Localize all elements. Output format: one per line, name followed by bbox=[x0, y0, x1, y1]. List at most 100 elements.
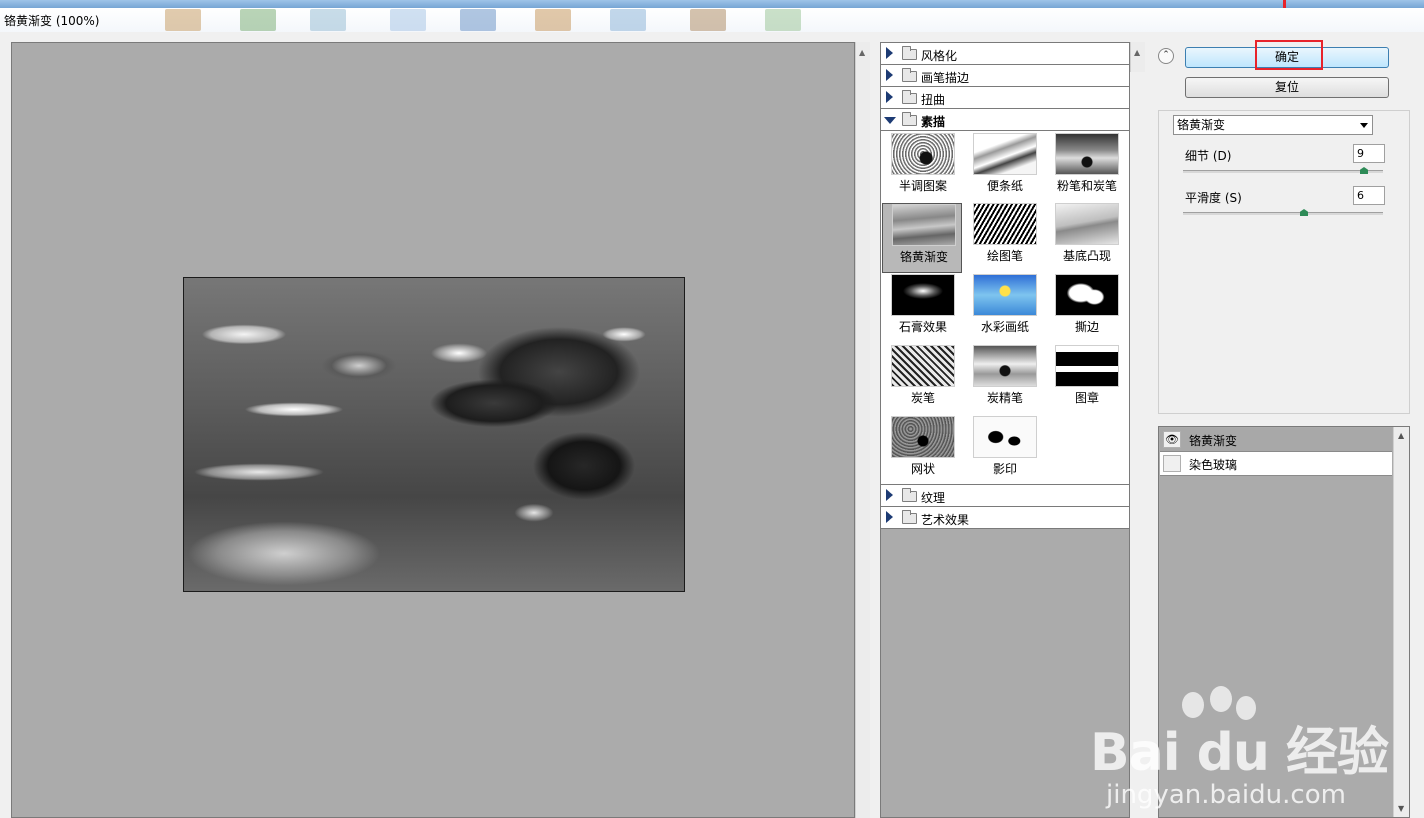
expand-triangle-icon bbox=[886, 91, 893, 103]
filter-gallery: 风格化 画笔描边 扭曲 素描 半调图案 便条纸 粉笔和炭笔 铬黄渐变 绘图笔 基… bbox=[880, 42, 1130, 818]
dropdown-arrow-icon bbox=[1360, 123, 1368, 128]
thumb-label: 半调图案 bbox=[898, 179, 947, 193]
thumb-image bbox=[973, 133, 1037, 175]
category-artistic[interactable]: 艺术效果 bbox=[881, 507, 1129, 529]
thumb-bas-relief[interactable]: 基底凸现 bbox=[1046, 203, 1126, 273]
filter-select-value: 铬黄渐变 bbox=[1177, 118, 1226, 132]
category-brush-strokes[interactable]: 画笔描边 bbox=[881, 65, 1129, 87]
thumb-charcoal[interactable]: 炭笔 bbox=[882, 345, 962, 415]
thumb-label: 影印 bbox=[992, 462, 1017, 476]
thumb-label: 炭精笔 bbox=[986, 391, 1023, 405]
filter-select[interactable]: 铬黄渐变 bbox=[1173, 115, 1373, 135]
category-label: 扭曲 bbox=[921, 93, 946, 107]
thumb-image bbox=[973, 274, 1037, 316]
thumb-image bbox=[892, 204, 956, 246]
thumb-photocopy[interactable]: 影印 bbox=[964, 416, 1044, 486]
thumb-label: 铬黄渐变 bbox=[899, 250, 948, 264]
thumb-water-paper[interactable]: 水彩画纸 bbox=[964, 274, 1044, 344]
folder-open-icon bbox=[902, 112, 917, 126]
folder-icon bbox=[902, 510, 917, 524]
thumb-reticulation[interactable]: 网状 bbox=[882, 416, 962, 486]
collapse-gallery-button[interactable]: ⌃ bbox=[1158, 48, 1174, 64]
thumb-label: 撕边 bbox=[1074, 320, 1099, 334]
expand-triangle-icon bbox=[886, 69, 893, 81]
thumb-label: 粉笔和炭笔 bbox=[1056, 179, 1117, 193]
category-label: 素描 bbox=[921, 115, 946, 129]
thumb-image bbox=[891, 416, 955, 458]
thumb-image bbox=[891, 274, 955, 316]
taskbar-thumb bbox=[390, 9, 426, 31]
thumb-label: 便条纸 bbox=[986, 179, 1023, 193]
thumb-label: 炭笔 bbox=[910, 391, 935, 405]
folder-icon bbox=[902, 68, 917, 82]
detail-input[interactable]: 9 bbox=[1353, 144, 1385, 163]
expand-triangle-icon bbox=[886, 47, 893, 59]
thumb-conte-crayon[interactable]: 炭精笔 bbox=[964, 345, 1044, 415]
window-title: 铬黄渐变 (100%) bbox=[4, 14, 100, 28]
layer-name: 染色玻璃 bbox=[1189, 458, 1238, 472]
scroll-down-icon[interactable]: ▼ bbox=[1398, 804, 1404, 813]
taskbar-thumb bbox=[690, 9, 726, 31]
title-bar: 铬黄渐变 (100%) bbox=[0, 0, 1424, 32]
thumb-torn-edges[interactable]: 撕边 bbox=[1046, 274, 1126, 344]
reset-button[interactable]: 复位 bbox=[1185, 77, 1389, 98]
thumb-image bbox=[1055, 345, 1119, 387]
expand-triangle-icon bbox=[886, 511, 893, 523]
category-label: 纹理 bbox=[921, 491, 946, 505]
category-label: 艺术效果 bbox=[921, 513, 970, 527]
thumb-chalk-charcoal[interactable]: 粉笔和炭笔 bbox=[1046, 133, 1126, 203]
thumb-halftone[interactable]: 半调图案 bbox=[882, 133, 962, 203]
scroll-up-icon[interactable]: ▲ bbox=[1134, 48, 1140, 57]
scroll-up-icon[interactable]: ▲ bbox=[859, 48, 865, 57]
smoothness-input[interactable]: 6 bbox=[1353, 186, 1385, 205]
category-texture[interactable]: 纹理 bbox=[881, 485, 1129, 507]
thumb-label: 石膏效果 bbox=[898, 320, 947, 334]
ok-button[interactable]: 确定 bbox=[1185, 47, 1389, 68]
thumb-label: 网状 bbox=[910, 462, 935, 476]
category-sketch[interactable]: 素描 bbox=[881, 109, 1129, 131]
effect-layers-panel: 👁 铬黄渐变 染色玻璃 ▲ ▼ bbox=[1158, 426, 1410, 818]
thumb-image bbox=[891, 345, 955, 387]
thumb-image bbox=[973, 416, 1037, 458]
category-label: 风格化 bbox=[921, 49, 958, 63]
detail-slider-track[interactable] bbox=[1183, 170, 1383, 173]
thumb-graphic-pen[interactable]: 绘图笔 bbox=[964, 203, 1044, 273]
thumb-note-paper[interactable]: 便条纸 bbox=[964, 133, 1044, 203]
thumb-image bbox=[1055, 203, 1119, 245]
thumb-label: 基底凸现 bbox=[1062, 249, 1111, 263]
preview-pane[interactable] bbox=[11, 42, 855, 818]
layer-row-active[interactable]: 👁 铬黄渐变 bbox=[1160, 428, 1392, 452]
thumb-image bbox=[891, 133, 955, 175]
thumb-image bbox=[973, 203, 1037, 245]
folder-icon bbox=[902, 90, 917, 104]
eye-toggle-empty[interactable] bbox=[1163, 455, 1181, 472]
taskbar-thumb bbox=[610, 9, 646, 31]
scroll-up-icon[interactable]: ▲ bbox=[1398, 431, 1404, 440]
layer-row[interactable]: 染色玻璃 bbox=[1160, 452, 1392, 476]
thumb-image bbox=[1055, 133, 1119, 175]
thumb-plaster[interactable]: 石膏效果 bbox=[882, 274, 962, 344]
taskbar-thumb bbox=[165, 9, 201, 31]
taskbar-thumb bbox=[535, 9, 571, 31]
thumb-stamp[interactable]: 图章 bbox=[1046, 345, 1126, 415]
thumb-image bbox=[1055, 274, 1119, 316]
layers-scrollbar[interactable]: ▲ ▼ bbox=[1393, 427, 1409, 817]
eye-icon[interactable]: 👁 bbox=[1163, 431, 1181, 448]
folder-icon bbox=[902, 488, 917, 502]
category-label: 画笔描边 bbox=[921, 71, 970, 85]
taskbar-thumb bbox=[765, 9, 801, 31]
preview-scrollbar[interactable]: ▲ bbox=[855, 42, 870, 818]
smoothness-slider-track[interactable] bbox=[1183, 212, 1383, 215]
smoothness-label: 平滑度 (S) bbox=[1185, 191, 1242, 205]
thumb-label: 图章 bbox=[1074, 391, 1099, 405]
gallery-scrollbar[interactable]: ▲ bbox=[1130, 42, 1145, 72]
category-stylize[interactable]: 风格化 bbox=[881, 43, 1129, 65]
thumb-chrome[interactable]: 铬黄渐变 bbox=[882, 203, 962, 273]
collapse-triangle-icon bbox=[884, 117, 896, 124]
category-distort[interactable]: 扭曲 bbox=[881, 87, 1129, 109]
folder-icon bbox=[902, 46, 917, 60]
filter-gallery-window: ▲ 风格化 画笔描边 扭曲 素描 半调图案 便条纸 粉笔和炭笔 铬黄渐变 绘图笔… bbox=[0, 32, 1424, 818]
sketch-thumbnail-grid: 半调图案 便条纸 粉笔和炭笔 铬黄渐变 绘图笔 基底凸现 石膏效果 水彩画纸 撕… bbox=[881, 131, 1129, 485]
preview-image bbox=[183, 277, 685, 592]
taskbar-thumb bbox=[310, 9, 346, 31]
